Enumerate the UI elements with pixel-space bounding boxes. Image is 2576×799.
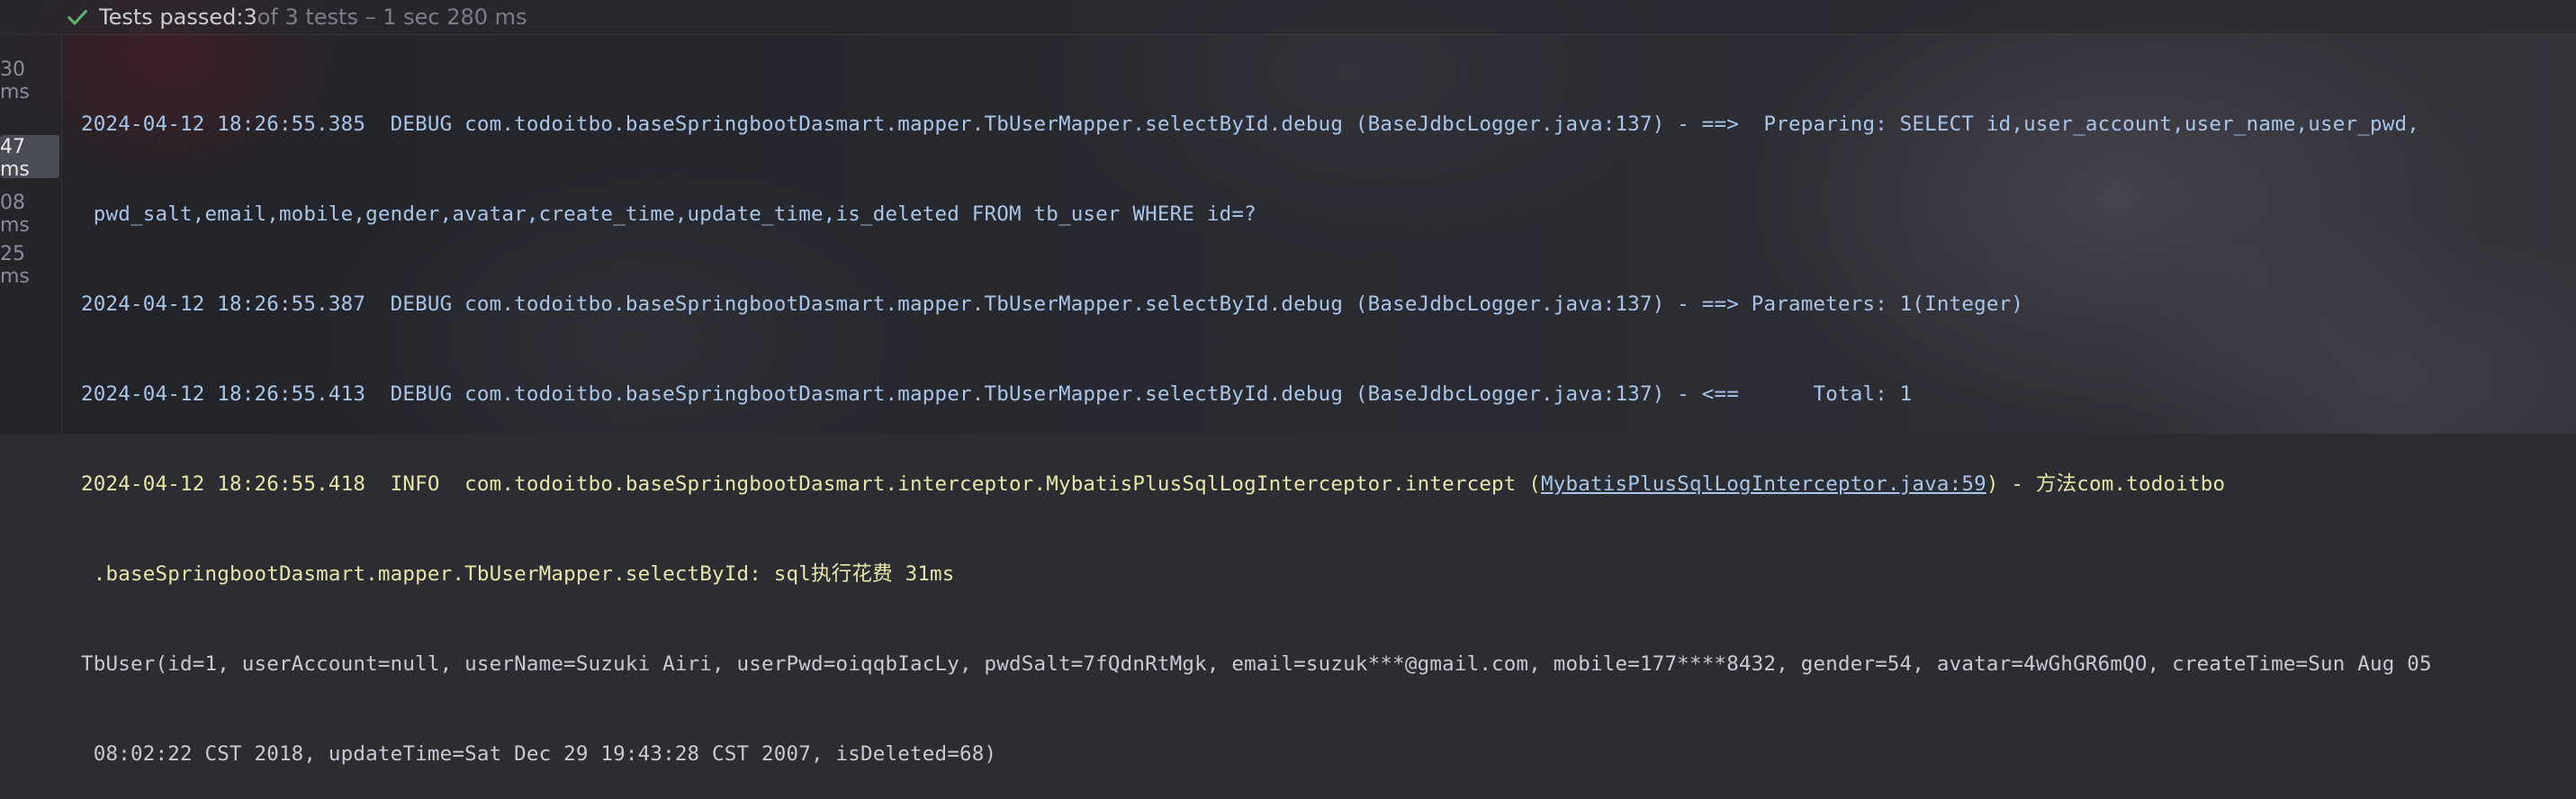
test-duration-2[interactable]: 08 ms	[0, 192, 52, 237]
test-duration-3[interactable]: 25 ms	[0, 243, 52, 288]
log-line-result: TbUser(id=1, userAccount=null, userName=…	[81, 652, 2432, 676]
log-info-suffix: ) - 方法com.todoitbo	[1986, 472, 2226, 496]
source-link[interactable]: MybatisPlusSqlLogInterceptor.java:59	[1541, 472, 1986, 496]
log-line-debug-preparing: 2024-04-12 18:26:55.385 DEBUG com.todoit…	[81, 112, 2420, 136]
tests-summary: of 3 tests – 1 sec 280 ms	[257, 4, 527, 30]
console-output: 2024-04-12 18:26:55.385 DEBUG com.todoit…	[81, 56, 2558, 799]
log-line-debug-total: 2024-04-12 18:26:55.413 DEBUG com.todoit…	[81, 382, 1913, 406]
test-tree-gutter: 30 ms 47 ms 08 ms 25 ms	[0, 34, 62, 434]
test-status: Tests passed: 3 of 3 tests – 1 sec 280 m…	[65, 2, 527, 32]
tests-passed-count: 3	[243, 4, 257, 30]
tests-passed-label: Tests passed:	[99, 4, 244, 30]
log-line-debug-parameters: 2024-04-12 18:26:55.387 DEBUG com.todoit…	[81, 292, 2024, 316]
test-status-bar: Tests passed: 3 of 3 tests – 1 sec 280 m…	[0, 0, 2576, 35]
log-line-debug-preparing-cont: pwd_salt,email,mobile,gender,avatar,crea…	[81, 202, 1256, 226]
check-icon	[68, 10, 87, 25]
log-line-info-cont: .baseSpringbootDasmart.mapper.TbUserMapp…	[81, 562, 955, 586]
log-line-result-cont: 08:02:22 CST 2018, updateTime=Sat Dec 29…	[81, 742, 997, 766]
test-duration-0[interactable]: 30 ms	[0, 58, 52, 103]
log-line-info: 2024-04-12 18:26:55.418 INFO com.todoitb…	[81, 462, 2558, 506]
log-info-prefix: 2024-04-12 18:26:55.418 INFO com.todoitb…	[81, 472, 1542, 496]
test-duration-1[interactable]: 47 ms	[0, 136, 52, 181]
